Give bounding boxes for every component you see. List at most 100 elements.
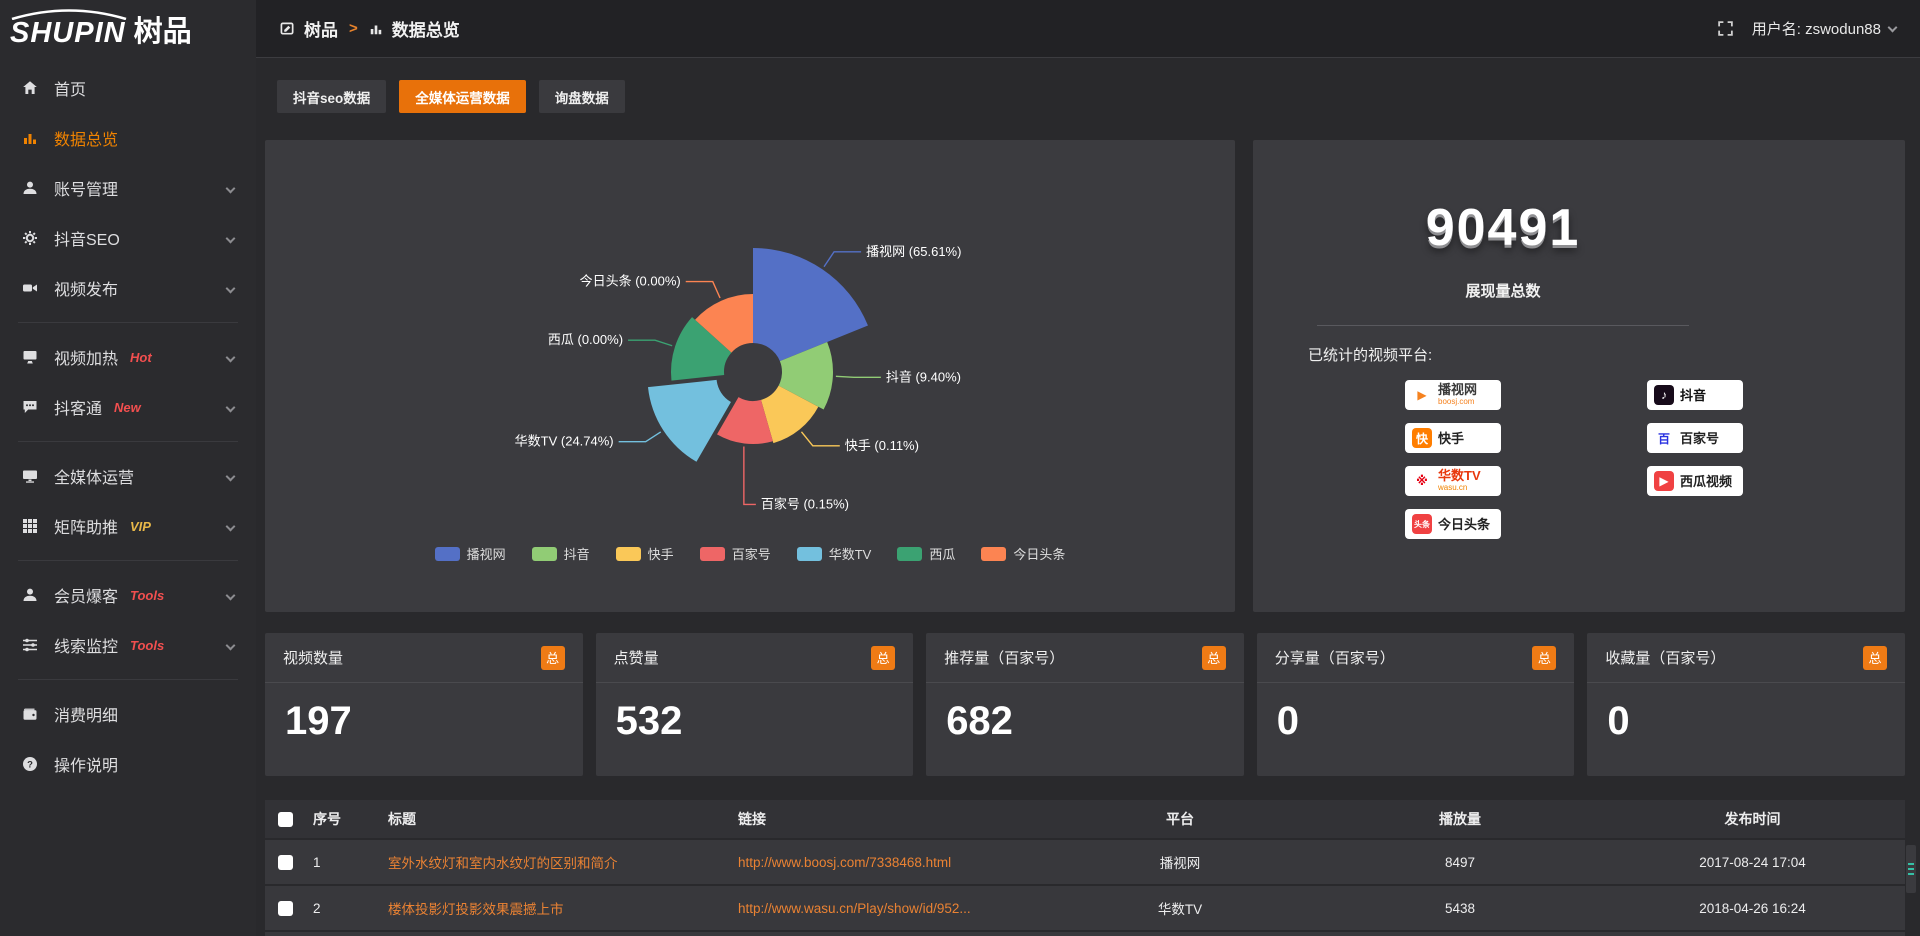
chevron-down-icon bbox=[226, 402, 236, 412]
cell-title-link[interactable]: 室外水纹灯和室内水纹灯的区别和简介 bbox=[380, 852, 730, 872]
stat-card-1: 点赞量总532 bbox=[596, 633, 914, 776]
legend-item-3[interactable]: 百家号 bbox=[700, 544, 771, 563]
total-block: 90491 展现量总数 bbox=[1308, 198, 1698, 326]
sidebar-item-label: 抖音SEO bbox=[54, 226, 120, 250]
member-baoke-icon bbox=[22, 587, 39, 604]
pie-label-line-3 bbox=[744, 446, 756, 504]
pie-slice-0[interactable] bbox=[753, 248, 868, 361]
platform-badge-right-0[interactable]: ♪抖音 bbox=[1647, 380, 1743, 410]
sidebar-badge-new: New bbox=[114, 400, 141, 415]
sidebar-item-label: 矩阵助推 bbox=[54, 514, 118, 538]
cell-url-link[interactable]: http://www.boosj.com/7338468.html bbox=[730, 855, 1040, 870]
legend-swatch bbox=[981, 547, 1006, 561]
legend-item-5[interactable]: 西瓜 bbox=[897, 544, 955, 563]
sidebar-item-douyin-seo[interactable]: 抖音SEO bbox=[0, 213, 256, 263]
app-root: 树品 > 数据总览 用户名: zswodun88 bbox=[0, 0, 1920, 936]
cell-plays: 8497 bbox=[1320, 855, 1600, 870]
sidebar-item-label: 全媒体运营 bbox=[54, 464, 134, 488]
column-header-0: 序号 bbox=[305, 809, 380, 829]
sidebar-item-help-doc[interactable]: ?操作说明 bbox=[0, 739, 256, 789]
video-heat-icon bbox=[22, 349, 39, 366]
platform-name: 今日头条 bbox=[1438, 519, 1490, 530]
cell-title-link[interactable]: 楼体投影灯投影效果震撼上市 bbox=[380, 898, 730, 918]
platform-logo-icon: ♪ bbox=[1654, 385, 1674, 405]
sidebar-item-label: 消费明细 bbox=[54, 702, 118, 726]
platform-logo-icon: ▶ bbox=[1654, 471, 1674, 491]
app-logo[interactable]: SHUPIN 树品 bbox=[0, 0, 256, 58]
platform-name: 播视网 bbox=[1438, 384, 1477, 395]
legend-item-1[interactable]: 抖音 bbox=[532, 544, 590, 563]
total-label: 展现量总数 bbox=[1308, 280, 1698, 301]
sidebar-item-account-manage[interactable]: 账号管理 bbox=[0, 163, 256, 213]
menu-divider bbox=[18, 679, 238, 680]
video-publish-icon bbox=[22, 280, 39, 297]
total-badge[interactable]: 总 bbox=[1532, 646, 1556, 670]
tab-2[interactable]: 询盘数据 bbox=[539, 80, 625, 113]
platform-badge-left-0[interactable]: ▶播视网boosj.com bbox=[1405, 380, 1501, 410]
pie-label-6: 今日头条 (0.00%) bbox=[580, 274, 681, 289]
stat-card-0: 视频数量总197 bbox=[265, 633, 583, 776]
total-badge[interactable]: 总 bbox=[541, 646, 565, 670]
row-checkbox[interactable] bbox=[278, 901, 293, 916]
sidebar-item-label: 数据总览 bbox=[54, 126, 118, 150]
sidebar-item-omni-media[interactable]: 全媒体运营 bbox=[0, 451, 256, 501]
data-overview-icon bbox=[22, 130, 39, 147]
sidebar-badge-hot: Hot bbox=[130, 350, 152, 365]
stat-card-head: 点赞量总 bbox=[596, 633, 914, 683]
table-row-1: 2楼体投影灯投影效果震撼上市http://www.wasu.cn/Play/sh… bbox=[265, 886, 1905, 930]
breadcrumb-root-icon bbox=[280, 21, 295, 36]
total-badge[interactable]: 总 bbox=[871, 646, 895, 670]
sidebar-item-home[interactable]: 首页 bbox=[0, 63, 256, 113]
stat-card-2: 推荐量（百家号）总682 bbox=[926, 633, 1244, 776]
breadcrumb-current[interactable]: 数据总览 bbox=[392, 16, 460, 41]
legend-item-6[interactable]: 今日头条 bbox=[981, 544, 1065, 563]
pie-label-3: 百家号 (0.15%) bbox=[761, 496, 849, 511]
sidebar-item-douketong[interactable]: 抖客通New bbox=[0, 382, 256, 432]
tab-1[interactable]: 全媒体运营数据 bbox=[399, 80, 526, 113]
pie-slice-4[interactable] bbox=[648, 380, 731, 462]
divider bbox=[1317, 325, 1689, 326]
total-badge[interactable]: 总 bbox=[1863, 646, 1887, 670]
total-badge[interactable]: 总 bbox=[1202, 646, 1226, 670]
cell-seq: 2 bbox=[305, 901, 380, 916]
legend-swatch bbox=[532, 547, 557, 561]
stat-card-4: 收藏量（百家号）总0 bbox=[1587, 633, 1905, 776]
cell-url-link[interactable]: http://www.wasu.cn/Play/show/id/952... bbox=[730, 901, 1040, 916]
topbar: 树品 > 数据总览 用户名: zswodun88 bbox=[0, 0, 1920, 58]
pie-label-0: 播视网 (65.61%) bbox=[866, 244, 961, 259]
tab-0[interactable]: 抖音seo数据 bbox=[277, 80, 386, 113]
stat-card-value: 197 bbox=[285, 699, 583, 744]
platform-badge-left-2[interactable]: ※华数TVwasu.cn bbox=[1405, 466, 1501, 496]
home-icon bbox=[22, 80, 39, 97]
summary-panel: 90491 展现量总数 已统计的视频平台: ▶播视网boosj.com快快手※华… bbox=[1253, 140, 1905, 612]
platform-logo-icon: 快 bbox=[1412, 428, 1432, 448]
platform-badge-right-1[interactable]: 百百家号 bbox=[1647, 423, 1743, 453]
breadcrumb-separator: > bbox=[349, 20, 358, 37]
cell-plays: 5438 bbox=[1320, 901, 1600, 916]
sidebar-item-video-heat[interactable]: 视频加热Hot bbox=[0, 332, 256, 382]
platform-badge-left-1[interactable]: 快快手 bbox=[1405, 423, 1501, 453]
username-menu[interactable]: 用户名: zswodun88 bbox=[1752, 18, 1896, 39]
select-all-checkbox[interactable] bbox=[278, 812, 293, 827]
fullscreen-icon[interactable] bbox=[1717, 20, 1734, 37]
legend-item-2[interactable]: 快手 bbox=[616, 544, 674, 563]
sidebar-item-member-baoke[interactable]: 会员爆客Tools bbox=[0, 570, 256, 620]
stat-card-head: 分享量（百家号）总 bbox=[1257, 633, 1575, 683]
sidebar-item-video-publish[interactable]: 视频发布 bbox=[0, 263, 256, 313]
column-header-4: 播放量 bbox=[1320, 809, 1600, 829]
sidebar-item-data-overview[interactable]: 数据总览 bbox=[0, 113, 256, 163]
cell-platform: 华数TV bbox=[1040, 898, 1320, 918]
scrollbar-thumb[interactable] bbox=[1906, 845, 1916, 893]
legend-item-4[interactable]: 华数TV bbox=[797, 544, 872, 563]
sidebar-item-matrix-boost[interactable]: 矩阵助推VIP bbox=[0, 501, 256, 551]
platform-badge-left-3[interactable]: 头条今日头条 bbox=[1405, 509, 1501, 539]
legend-item-0[interactable]: 播视网 bbox=[435, 544, 506, 563]
breadcrumb-root[interactable]: 树品 bbox=[304, 16, 338, 41]
sidebar-item-lead-monitor[interactable]: 线索监控Tools bbox=[0, 620, 256, 670]
legend-label: 西瓜 bbox=[929, 544, 955, 563]
topbar-right: 用户名: zswodun88 bbox=[1717, 18, 1896, 39]
pie-label-4: 华数TV (24.74%) bbox=[515, 434, 614, 449]
platform-badge-right-2[interactable]: ▶西瓜视频 bbox=[1647, 466, 1743, 496]
row-checkbox[interactable] bbox=[278, 855, 293, 870]
sidebar-item-consume-detail[interactable]: 消费明细 bbox=[0, 689, 256, 739]
